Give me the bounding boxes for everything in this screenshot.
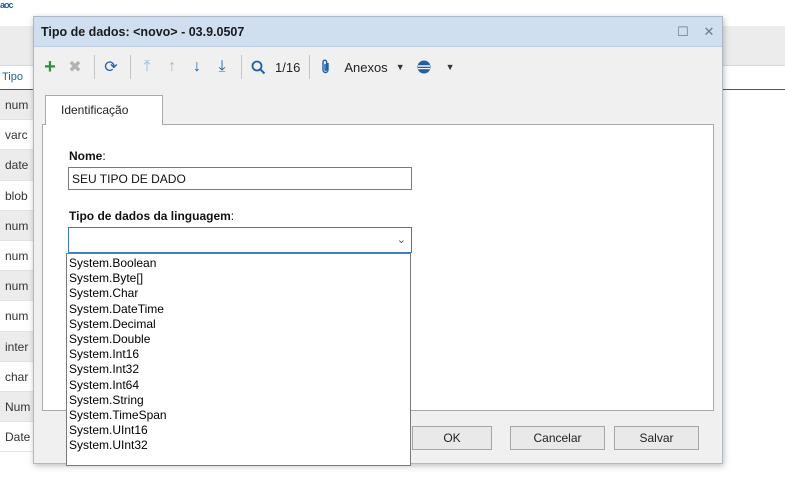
tipo-linguagem-dropdown-list: System.Boolean System.Byte[] System.Char… — [66, 253, 411, 466]
search-icon-graphic — [251, 60, 265, 74]
refresh-icon[interactable]: ⟳ — [100, 53, 122, 81]
tipo-label-colon: : — [230, 209, 235, 223]
dialog-toolbar: + ✖ ⟳ ⤒ ↑ ↓ ⤓ 1/16 Anexos ▼ ▼ — [34, 47, 722, 87]
ok-button[interactable]: OK — [412, 426, 492, 450]
tab-identificacao[interactable]: Identificação — [45, 95, 163, 125]
dropdown-option[interactable]: System.Int32 — [67, 362, 410, 377]
web-icon[interactable] — [413, 53, 435, 81]
toolbar-separator — [309, 55, 311, 79]
save-button[interactable]: Salvar — [614, 426, 699, 450]
dialog-titlebar[interactable]: Tipo de dados: <novo> - 03.9.0507 ☐ ✕ — [34, 17, 722, 47]
page-indicator: 1/16 — [275, 59, 301, 75]
attachment-icon[interactable] — [315, 53, 337, 81]
web-dropdown-icon[interactable]: ▼ — [446, 62, 455, 72]
chevron-down-icon[interactable]: ⌄ — [397, 233, 406, 246]
dropdown-option[interactable]: System.Char — [67, 286, 410, 301]
delete-icon[interactable]: ✖ — [64, 53, 86, 81]
search-icon[interactable] — [247, 53, 269, 81]
previous-record-icon[interactable]: ↑ — [161, 53, 183, 81]
toolbar-separator — [94, 55, 95, 79]
nome-label-colon: : — [102, 149, 106, 163]
anexos-dropdown-icon[interactable]: ▼ — [396, 62, 405, 72]
dropdown-option[interactable]: System.DateTime — [67, 302, 410, 317]
maximize-icon[interactable]: ☐ — [670, 17, 696, 46]
first-record-icon[interactable]: ⤒ — [136, 53, 158, 81]
anexos-button[interactable]: Anexos — [344, 60, 387, 75]
dropdown-option[interactable]: System.Int16 — [67, 347, 410, 362]
tipo-label-text: Tipo de dados da linguagem — [69, 209, 231, 223]
dropdown-option[interactable]: System.UInt32 — [67, 438, 410, 453]
last-record-icon[interactable]: ⤓ — [211, 53, 233, 81]
dialog-title: Tipo de dados: <novo> - 03.9.0507 — [41, 24, 245, 39]
tipo-linguagem-select[interactable]: ⌄ — [68, 227, 412, 253]
nome-label: Nome: — [69, 149, 106, 163]
tipo-label: Tipo de dados da linguagem: — [69, 209, 234, 223]
window-controls: ☐ ✕ — [670, 17, 722, 46]
background-column-header[interactable]: Tipo — [2, 71, 23, 83]
toolbar-separator — [130, 55, 131, 79]
dropdown-option[interactable]: System.Int64 — [67, 378, 410, 393]
paperclip-icon — [322, 59, 330, 74]
cancel-button[interactable]: Cancelar — [510, 426, 605, 450]
dropdown-option[interactable]: System.Double — [67, 332, 410, 347]
next-record-icon[interactable]: ↓ — [186, 53, 208, 81]
nome-label-text: Nome — [69, 149, 103, 163]
app-logo: aoc — [0, 0, 13, 10]
dropdown-option[interactable]: System.Boolean — [67, 256, 410, 271]
close-icon[interactable]: ✕ — [696, 17, 722, 46]
dropdown-option[interactable]: System.Byte[] — [67, 271, 410, 286]
dropdown-option[interactable]: System.Decimal — [67, 317, 410, 332]
dropdown-option[interactable]: System.UInt16 — [67, 423, 410, 438]
add-icon[interactable]: + — [39, 53, 61, 81]
dropdown-option[interactable]: System.TimeSpan — [67, 408, 410, 423]
nome-input[interactable] — [68, 167, 412, 190]
dropdown-option[interactable]: System.String — [67, 393, 410, 408]
toolbar-separator — [241, 55, 242, 79]
globe-icon — [417, 60, 431, 74]
